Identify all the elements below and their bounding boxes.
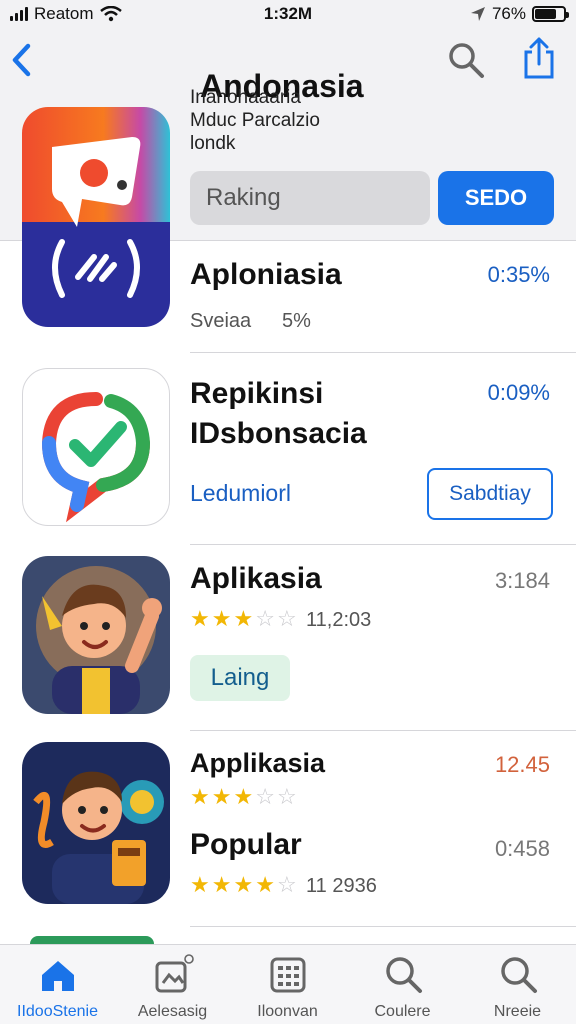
status-left: Reatom [10,4,210,24]
action-button[interactable]: Laing [190,655,290,701]
tab-grid[interactable]: Iloonvan [230,953,345,1024]
star-filled-icon: ★ [233,606,254,631]
share-icon[interactable] [520,36,558,80]
star-rating: ★ ★ ★ ☆ ☆ [190,608,297,630]
app-icon-2[interactable] [22,368,170,526]
tab-label: IIdooStenie [17,1003,98,1020]
battery-level [535,9,557,19]
location-icon [470,7,485,21]
back-chevron-icon[interactable] [6,40,38,80]
rating-count: 11 2936 [306,875,377,897]
row-value: 0:458 [494,836,550,861]
star-rating: ★ ★ ★ ★ ☆ [190,874,297,896]
row-title: Aplikasia [190,562,322,595]
grid-icon [270,957,305,993]
app-icon-3[interactable] [22,556,170,714]
star-empty-icon: ☆ [255,784,275,809]
tab-bar: IIdooStenie Aelesasig Iloonvan Coulere N… [0,944,576,1024]
row-link[interactable]: Ledumiorl [190,480,291,507]
star-filled-icon: ★ [190,872,210,897]
row-title: Applikasia [190,748,326,778]
row-value: 12.45 [494,752,550,777]
tab-label: Nreeie [493,1003,542,1020]
tab-media[interactable]: Aelesasig [115,953,230,1024]
divider [190,352,576,353]
status-right: 76% [366,4,569,24]
rating-count: 11,2:03 [306,609,372,631]
carrier-name: Reatom [34,4,94,23]
signal-icon [10,7,28,21]
row-value: 0:35% [487,262,550,287]
media-icon [155,954,194,993]
tab-search[interactable]: Coulere [345,953,460,1024]
wifi-icon [99,6,122,22]
character-app-icon [22,556,170,714]
camera-app-icon [22,107,170,327]
subtitle-line: Inanohaaaria [190,87,301,108]
app-icon-1[interactable] [22,107,170,327]
row-meta: 5% [282,310,311,332]
star-filled-icon: ★ [211,606,232,631]
tab-search-2[interactable]: Nreeie [460,953,575,1024]
divider [190,926,576,927]
checkmark-app-icon [41,392,151,523]
home-icon [41,961,74,991]
app-icon-4[interactable] [22,742,170,904]
row-title-block: Repikinsi IDsbonsacia [190,374,367,454]
row-title: Popular [190,828,302,861]
star-filled-icon: ★ [255,872,275,897]
tab-label: Coulere [374,1003,431,1020]
star-filled-icon: ★ [190,784,210,809]
star-empty-icon: ☆ [276,784,297,809]
star-rating: ★ ★ ★ ☆ ☆ [190,786,297,808]
primary-button[interactable]: SEDO [438,171,554,225]
star-empty-icon: ☆ [276,872,297,897]
row-title-line: Repikinsi [190,377,324,410]
star-empty-icon: ☆ [255,606,275,631]
battery-percent: 76% [491,4,526,23]
tab-label: Iloonvan [257,1003,318,1020]
row-value: 3:184 [494,568,550,593]
outline-button[interactable]: Sabdtiay [427,468,553,520]
row-value: 0:09% [487,380,550,405]
subtitle-line: londk [190,133,236,154]
battery-icon [532,6,569,22]
search-icon[interactable] [446,40,486,80]
status-bar: Reatom 1:32M 76% [0,0,576,28]
star-filled-icon: ★ [211,784,232,809]
tab-today[interactable]: IIdooStenie [0,953,115,1024]
search-input[interactable]: Raking [190,171,430,225]
star-filled-icon: ★ [233,784,254,809]
star-filled-icon: ★ [211,872,232,897]
star-filled-icon: ★ [233,872,254,897]
row-title-line: IDsbonsacia [190,417,367,450]
star-filled-icon: ★ [190,606,210,631]
divider [190,544,576,545]
character-app-icon [22,742,170,904]
header-subtitle: Inanohaaaria Mduc Parcalzio londk [190,86,320,155]
row-title: Aploniasia [190,258,342,291]
divider [190,730,576,731]
star-empty-icon: ☆ [276,606,297,631]
search-icon [385,957,422,993]
next-app-icon-edge [30,936,154,944]
status-time: 1:32M [263,4,313,23]
subtitle-line: Mduc Parcalzio [190,110,320,131]
tab-label: Aelesasig [137,1003,208,1020]
row-meta: Sveiaa [190,310,252,332]
search-icon [500,957,537,993]
